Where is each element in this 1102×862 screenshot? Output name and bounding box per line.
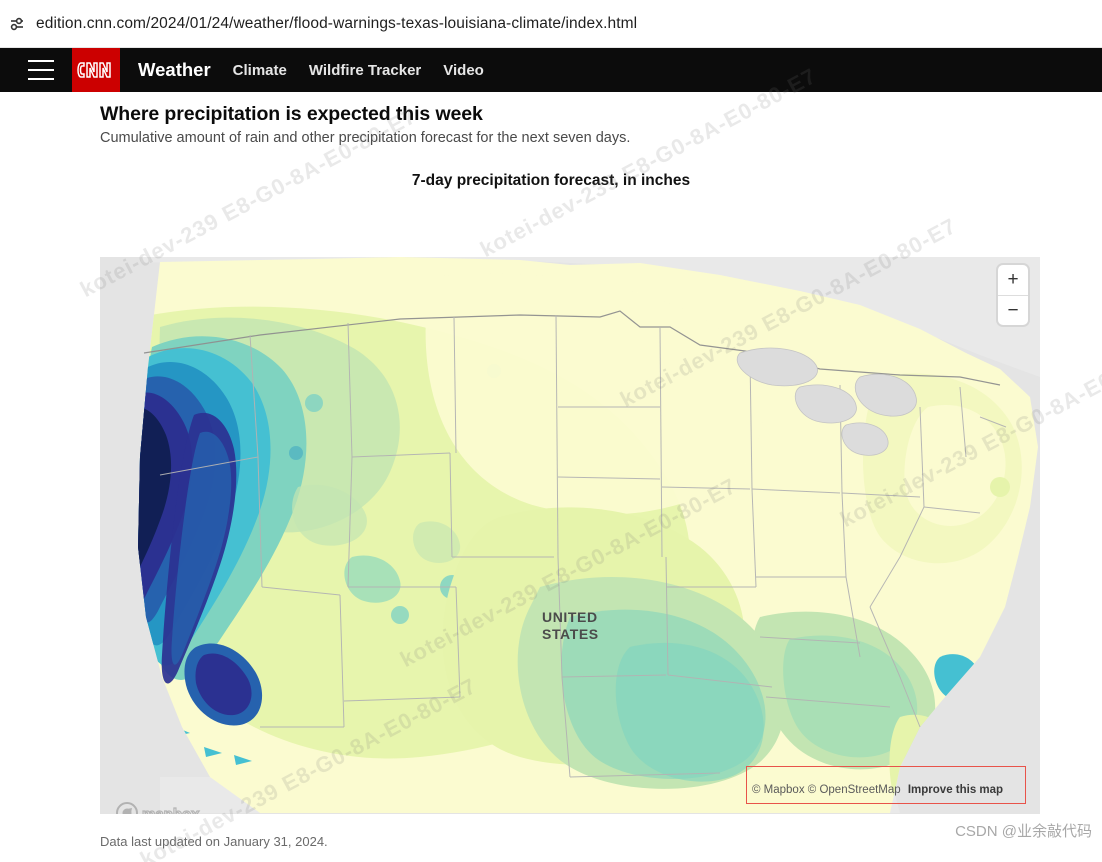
- map-canvas: UNITED STATES: [100, 257, 1040, 814]
- precipitation-map[interactable]: UNITED STATES + − mapbox © Mapbox © Open…: [100, 257, 1040, 814]
- zoom-out-button[interactable]: −: [998, 296, 1028, 326]
- attribution-mapbox[interactable]: © Mapbox: [752, 784, 805, 796]
- browser-address-bar[interactable]: edition.cnn.com/2024/01/24/weather/flood…: [0, 0, 1102, 48]
- sliders-icon[interactable]: [4, 11, 30, 37]
- zoom-in-button[interactable]: +: [998, 265, 1028, 295]
- map-attribution[interactable]: © Mapbox © OpenStreetMap Improve this ma…: [752, 784, 1003, 796]
- cnn-logo[interactable]: [72, 48, 120, 92]
- page-subtitle: Cumulative amount of rain and other prec…: [100, 130, 631, 146]
- hamburger-icon[interactable]: [28, 60, 54, 80]
- map-country-label-line2: STATES: [542, 626, 599, 642]
- precipitation-layer: [138, 257, 1038, 813]
- cnn-nav-bar: Weather Climate Wildfire Tracker Video: [0, 48, 1102, 92]
- nav-section-title[interactable]: Weather: [138, 59, 211, 81]
- improve-this-map-link[interactable]: Improve this map: [908, 784, 1003, 796]
- page-root: edition.cnn.com/2024/01/24/weather/flood…: [0, 0, 1102, 862]
- data-updated-note: Data last updated on January 31, 2024.: [100, 834, 328, 849]
- legend-title: 7-day precipitation forecast, in inches: [411, 172, 691, 189]
- map-country-label-line1: UNITED: [542, 609, 598, 625]
- nav-links: Climate Wildfire Tracker Video: [233, 62, 484, 79]
- attribution-osm[interactable]: © OpenStreetMap: [808, 784, 901, 796]
- nav-link-climate[interactable]: Climate: [233, 62, 287, 79]
- nav-link-video[interactable]: Video: [443, 62, 484, 79]
- page-title: Where precipitation is expected this wee…: [100, 103, 483, 125]
- svg-text:mapbox: mapbox: [142, 806, 200, 814]
- csdn-watermark: CSDN @业余敲代码: [955, 823, 1092, 840]
- nav-link-wildfire-tracker[interactable]: Wildfire Tracker: [309, 62, 421, 79]
- url-text[interactable]: edition.cnn.com/2024/01/24/weather/flood…: [36, 15, 637, 33]
- article-content: Where precipitation is expected this wee…: [0, 92, 1102, 862]
- map-zoom-controls[interactable]: + −: [998, 265, 1028, 325]
